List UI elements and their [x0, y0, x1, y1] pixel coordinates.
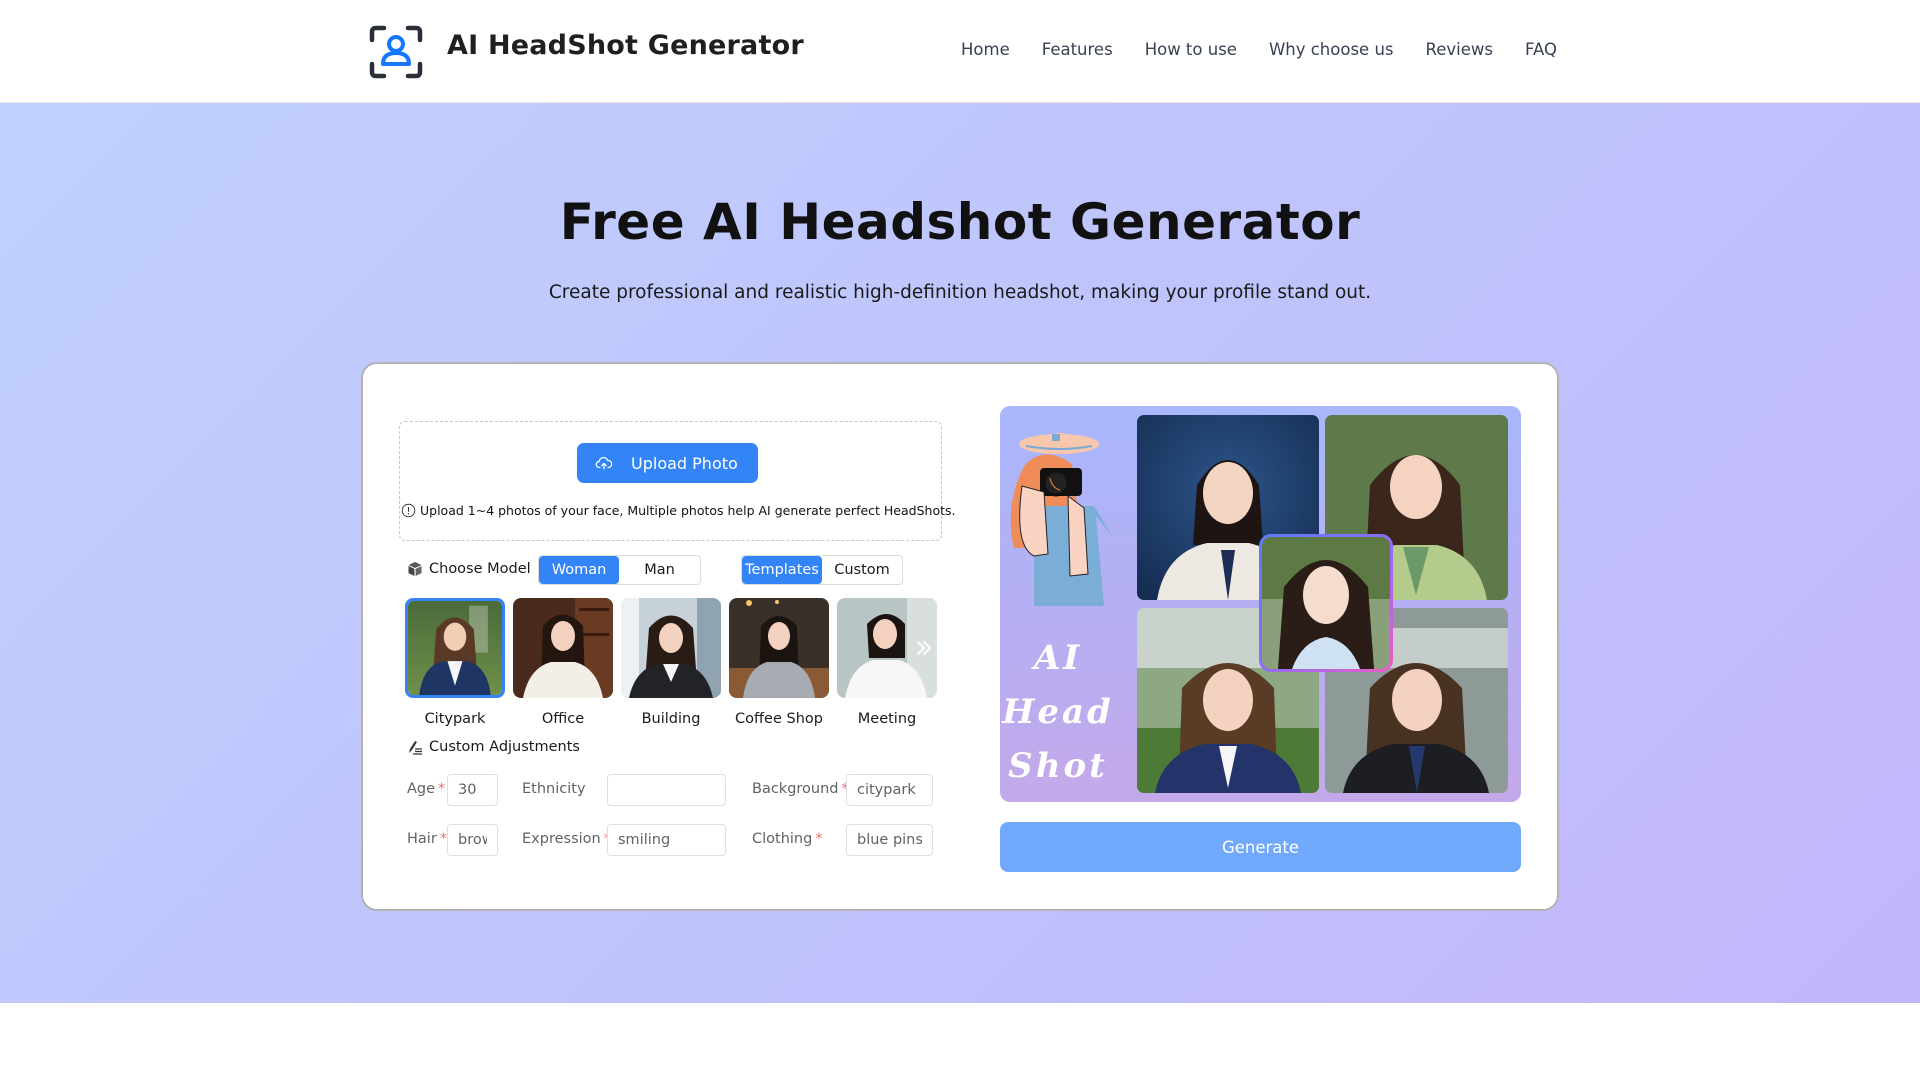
brand-name[interactable]: AI HeadShot Generator — [447, 30, 804, 61]
info-circle-icon — [401, 503, 416, 518]
caption-line: AI — [1033, 638, 1083, 678]
page-subtitle: Create professional and realistic high-d… — [548, 282, 1372, 303]
adjustments-row-1: Age* Ethnicity Background* — [407, 774, 947, 806]
photographer-illustration — [1010, 433, 1112, 606]
required-mark: * — [438, 781, 446, 797]
required-mark: * — [439, 831, 448, 847]
age-input[interactable] — [447, 774, 498, 806]
edit-list-icon — [409, 741, 422, 755]
clothing-label: Clothing * — [752, 831, 823, 847]
template-label: Meeting — [857, 711, 917, 727]
mode-toggle: Templates Custom — [741, 555, 903, 585]
generate-button[interactable]: Generate — [1000, 822, 1521, 872]
office-thumbnail-image — [513, 598, 613, 698]
age-label: Age * — [407, 781, 446, 797]
template-label: Coffee Shop — [735, 711, 823, 727]
upload-dropzone[interactable]: Upload Photo Upload 1~4 photos of your f… — [399, 421, 956, 541]
clothing-input[interactable] — [846, 824, 933, 856]
choose-model-label: Choose Model — [429, 561, 531, 577]
generator-card: Upload Photo Upload 1~4 photos of your f… — [361, 362, 1559, 911]
template-carousel: Citypark Office Building Coffee Shop Mee… — [405, 598, 940, 727]
ethnicity-label: Ethnicity — [522, 781, 586, 797]
double-chevron-right-icon[interactable] — [915, 638, 933, 658]
main-nav: Home Features How to use Why choose us R… — [961, 40, 1557, 59]
nav-features[interactable]: Features — [1042, 40, 1113, 59]
nav-faq[interactable]: FAQ — [1525, 40, 1557, 59]
expression-input[interactable] — [607, 824, 726, 856]
gender-man-option[interactable]: Man — [619, 556, 700, 584]
building-thumbnail-image — [621, 598, 721, 698]
nav-why-choose-us[interactable]: Why choose us — [1269, 40, 1394, 59]
site-header: AI HeadShot Generator Home Features How … — [0, 0, 1920, 103]
caption-line: Head — [1002, 692, 1114, 732]
upload-hint-text: Upload 1~4 photos of your face, Multiple… — [420, 503, 956, 518]
caption-line: Shot — [1008, 746, 1108, 786]
nav-reviews[interactable]: Reviews — [1426, 40, 1493, 59]
template-office[interactable] — [513, 598, 613, 698]
choose-model-row: Choose Model Woman Man Templates Custom — [407, 555, 947, 585]
gender-toggle: Woman Man — [538, 555, 701, 585]
upload-photo-label: Upload Photo — [631, 453, 738, 473]
user-scan-icon[interactable] — [368, 24, 424, 80]
background-input[interactable] — [846, 774, 933, 806]
citypark-thumbnail-image — [408, 601, 502, 695]
hero-section: Free AI Headshot Generator Create profes… — [0, 103, 1920, 1003]
featured-headshot-frame — [1259, 534, 1393, 672]
template-citypark[interactable] — [405, 598, 505, 698]
template-label: Citypark — [424, 711, 486, 727]
gender-woman-option[interactable]: Woman — [539, 556, 619, 584]
nav-home[interactable]: Home — [961, 40, 1010, 59]
cloud-upload-icon — [595, 457, 613, 470]
mode-templates-option[interactable]: Templates — [742, 556, 822, 584]
template-building[interactable] — [621, 598, 721, 698]
template-meeting[interactable] — [837, 598, 937, 698]
custom-adjustments-heading: Custom Adjustments — [407, 739, 580, 755]
template-label: Building — [641, 711, 701, 727]
custom-adjustments-label: Custom Adjustments — [429, 739, 580, 755]
background-label: Background* — [752, 781, 849, 797]
hair-input[interactable] — [447, 824, 498, 856]
upload-hint: Upload 1~4 photos of your face, Multiple… — [401, 503, 956, 518]
expression-label: Expression* — [522, 831, 611, 847]
page-title: Free AI Headshot Generator — [559, 193, 1361, 251]
template-label: Office — [541, 711, 585, 727]
upload-photo-button[interactable]: Upload Photo — [577, 443, 758, 483]
required-mark: * — [815, 831, 823, 847]
headshot-showcase-image: AI Head Shot — [1000, 406, 1521, 802]
cube-icon — [408, 562, 422, 576]
adjustments-row-2: Hair* Expression* Clothing* — [407, 824, 947, 856]
hair-label: Hair * — [407, 831, 448, 847]
mode-custom-option[interactable]: Custom — [822, 556, 902, 584]
template-coffee-shop[interactable] — [729, 598, 829, 698]
choose-model-heading: Choose Model — [407, 561, 531, 577]
nav-how-to-use[interactable]: How to use — [1145, 40, 1237, 59]
coffee-shop-thumbnail-image — [729, 598, 829, 698]
ethnicity-input[interactable] — [607, 774, 726, 806]
